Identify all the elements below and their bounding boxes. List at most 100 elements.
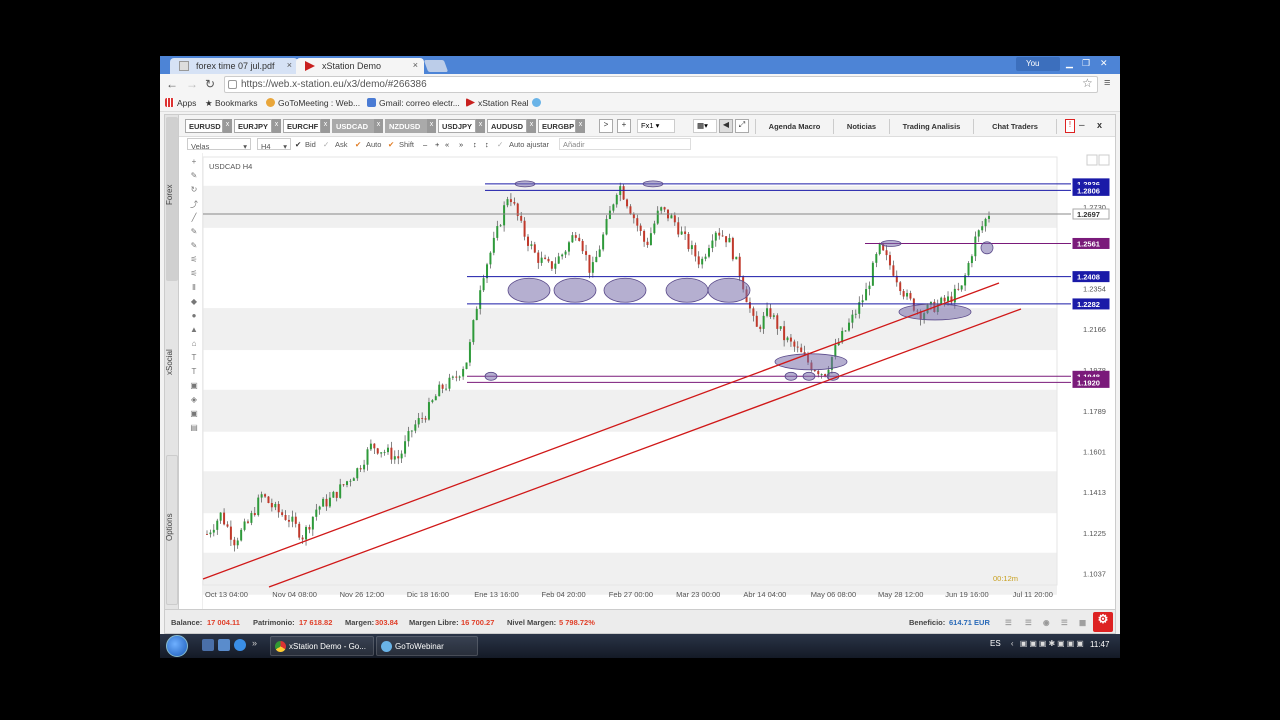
bid-toggle[interactable]: Bid xyxy=(305,140,316,149)
scroll-left-icon[interactable]: « xyxy=(445,140,449,149)
symbol-tab-nzdusd[interactable]: NZDUSD xyxy=(385,119,427,133)
close-symbol-icon[interactable]: x xyxy=(223,119,232,133)
explorer-icon[interactable] xyxy=(218,639,230,651)
bookmark-extra[interactable] xyxy=(532,98,544,108)
check-icon[interactable]: ✔ xyxy=(355,140,361,149)
back-arrow-icon[interactable]: ◀ xyxy=(719,119,733,133)
ie-icon[interactable] xyxy=(234,639,246,651)
add-symbol-button[interactable]: + xyxy=(617,119,631,133)
bookmark-gmail[interactable]: Gmail: correo electr... xyxy=(367,98,460,108)
zone-ellipse[interactable] xyxy=(880,240,902,247)
bookmark-apps[interactable]: Apps xyxy=(165,98,196,108)
check-icon[interactable]: ✓ xyxy=(323,140,329,149)
close-symbol-icon[interactable]: x xyxy=(576,119,585,133)
price-chart[interactable]: 1.27301.23541.21661.19781.17891.16011.14… xyxy=(185,153,1114,609)
zone-ellipse[interactable] xyxy=(514,180,536,188)
tab-chat-traders[interactable]: Chat Traders xyxy=(973,119,1057,134)
zone-ellipse[interactable] xyxy=(553,277,597,303)
shift-toggle[interactable]: Shift xyxy=(399,140,414,149)
tab-xstation[interactable]: xStation Demo × xyxy=(296,58,424,74)
symbol-tab-eurusd[interactable]: EURUSD xyxy=(185,119,223,133)
ask-toggle[interactable]: Ask xyxy=(335,140,348,149)
start-button[interactable] xyxy=(166,635,188,657)
back-icon[interactable]: ← xyxy=(166,77,178,91)
list-icon[interactable]: ☰ xyxy=(1025,618,1032,627)
expand-icon[interactable]: ⤢ xyxy=(735,119,749,133)
calendar-icon[interactable]: ▦ xyxy=(1079,618,1086,627)
zone-ellipse[interactable] xyxy=(484,371,498,381)
tab-pdf[interactable]: forex time 07 jul.pdf × xyxy=(170,58,298,74)
layout-select[interactable]: Fx1 ▾ xyxy=(637,119,675,133)
bookmark-xstation-real[interactable]: xStation Real xyxy=(466,98,529,108)
forward-icon[interactable]: → xyxy=(186,77,198,91)
address-bar[interactable]: https://web.x-station.eu/x3/demo/#266386 xyxy=(224,76,1098,93)
zone-ellipse[interactable] xyxy=(507,277,551,303)
tab-agenda-macro[interactable]: Agenda Macro xyxy=(755,119,833,134)
zone-ellipse[interactable] xyxy=(802,371,816,381)
bulb-icon[interactable]: ◉ xyxy=(1043,618,1050,627)
chrome-menu-icon[interactable]: ≡ xyxy=(1104,77,1110,89)
restore-icon[interactable]: ❐ xyxy=(1082,58,1090,69)
reload-icon[interactable]: ↻ xyxy=(205,77,215,91)
check-icon[interactable]: ✔ xyxy=(388,140,394,149)
vertical-scale-icon[interactable]: ↕ xyxy=(473,140,477,149)
alert-icon[interactable]: ! xyxy=(1065,119,1075,133)
chart-maximize-icon[interactable] xyxy=(1086,154,1098,166)
bookmark-gotomeeting[interactable]: GoToMeeting : Web... xyxy=(266,98,360,108)
more-icon[interactable]: » xyxy=(252,638,257,648)
list-icon[interactable]: ☰ xyxy=(1061,618,1068,627)
bookmark-star-icon[interactable]: ☆ xyxy=(1082,76,1093,90)
close-tab-icon[interactable]: × xyxy=(287,60,292,70)
taskbar-gotowebinar[interactable]: GoToWebinar xyxy=(376,636,478,656)
close-tab-icon[interactable]: × xyxy=(413,60,418,70)
zoom-out-icon[interactable]: – xyxy=(423,140,427,149)
timeframe-select[interactable]: H4 ▾ xyxy=(257,138,291,151)
chart-style-select[interactable]: Velas ▾ xyxy=(187,138,251,151)
tab-noticias[interactable]: Noticias xyxy=(833,119,889,134)
close-symbol-icon[interactable]: x xyxy=(272,119,281,133)
zone-ellipse[interactable] xyxy=(665,277,709,303)
bookmark-bookmarks[interactable]: ★ Bookmarks xyxy=(205,98,258,109)
taskbar-xstation[interactable]: xStation Demo - Go... xyxy=(270,636,374,656)
next-symbols-button[interactable]: > xyxy=(599,119,613,133)
chart-close-icon[interactable] xyxy=(1098,154,1110,166)
zone-ellipse[interactable] xyxy=(784,371,798,381)
symbol-tab-usdcad[interactable]: USDCAD xyxy=(332,119,374,133)
check-icon[interactable]: ✔ xyxy=(295,140,301,149)
zone-ellipse[interactable] xyxy=(980,241,994,255)
add-indicator-input[interactable]: Añadir xyxy=(559,138,691,150)
close-symbol-icon[interactable]: x xyxy=(527,119,536,133)
close-panel-button[interactable]: x xyxy=(1097,120,1102,130)
symbol-tab-eurjpy[interactable]: EURJPY xyxy=(234,119,272,133)
symbol-tab-eurchf[interactable]: EURCHF xyxy=(283,119,321,133)
auto-fit-toggle[interactable]: Auto ajustar xyxy=(509,140,549,149)
close-window-icon[interactable]: ✕ xyxy=(1100,58,1108,69)
list-icon[interactable]: ☰ xyxy=(1005,618,1012,627)
close-symbol-icon[interactable]: x xyxy=(427,119,436,133)
zoom-in-icon[interactable]: + xyxy=(435,140,439,149)
zone-ellipse[interactable] xyxy=(642,180,664,188)
rail-tab-xsocial-label[interactable]: xSocial xyxy=(165,340,179,385)
check-icon[interactable]: ✓ xyxy=(497,140,503,149)
zone-ellipse[interactable] xyxy=(603,277,647,303)
trend-line[interactable] xyxy=(268,308,1022,588)
symbol-tab-eurgbp[interactable]: EURGBP xyxy=(538,119,576,133)
language-indicator[interactable]: ES xyxy=(990,639,1001,648)
vertical-scale-icon[interactable]: ↕ xyxy=(485,140,489,149)
close-symbol-icon[interactable]: x xyxy=(374,119,383,133)
tab-trading-analisis[interactable]: Trading Analisis xyxy=(889,119,973,134)
zone-ellipse[interactable] xyxy=(707,277,751,303)
auto-toggle[interactable]: Auto xyxy=(366,140,381,149)
scroll-right-icon[interactable]: » xyxy=(459,140,463,149)
new-tab-button[interactable] xyxy=(423,60,449,72)
minimize-panel-button[interactable]: – xyxy=(1079,120,1085,131)
chart-type-select[interactable]: ▦▾ xyxy=(693,119,717,133)
tray-icons[interactable]: ‹ ▣▣▣✱▣▣▣ xyxy=(1011,639,1086,648)
minimize-icon[interactable]: ▁ xyxy=(1066,58,1073,69)
close-symbol-icon[interactable]: x xyxy=(476,119,485,133)
close-symbol-icon[interactable]: x xyxy=(321,119,330,133)
settings-gear-icon[interactable]: ⚙ xyxy=(1093,612,1113,632)
symbol-tab-audusd[interactable]: AUDUSD xyxy=(487,119,527,133)
symbol-tab-usdjpy[interactable]: USDJPY xyxy=(438,119,476,133)
show-desktop-icon[interactable] xyxy=(202,639,214,651)
